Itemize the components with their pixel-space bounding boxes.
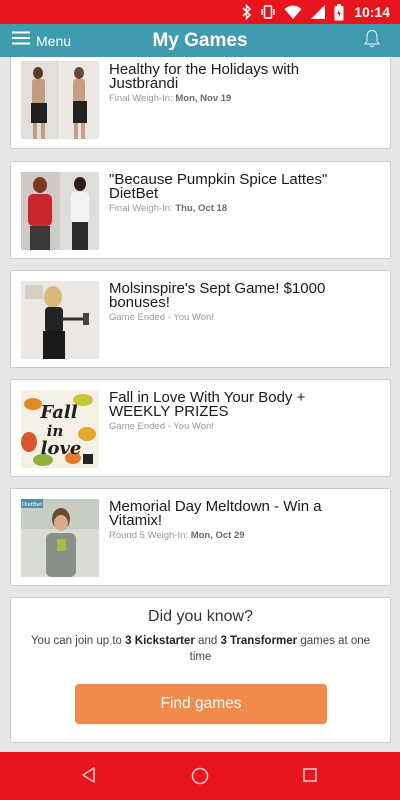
info-title: Did you know? xyxy=(148,608,253,625)
home-icon xyxy=(190,767,210,790)
game-title: "Because Pumpkin Spice Lattes" DietBet xyxy=(109,171,328,202)
status-time: 10:14 xyxy=(354,4,390,20)
game-status: Final Weigh-In: Mon, Nov 19 xyxy=(109,93,232,104)
bluetooth-icon xyxy=(242,4,252,20)
recents-icon xyxy=(302,768,318,788)
page-title: My Games xyxy=(152,30,248,51)
vibrate-icon xyxy=(260,4,276,20)
game-title: Molsinspire's Sept Game! $1000 bonuses! xyxy=(109,280,326,311)
game-thumbnail xyxy=(21,281,99,359)
home-button[interactable] xyxy=(190,766,210,791)
game-thumbnail: DietBet xyxy=(21,499,99,577)
game-card[interactable]: "Because Pumpkin Spice Lattes" DietBet F… xyxy=(10,161,391,259)
info-text: You can join up to 3 Kickstarter and 3 T… xyxy=(30,635,371,663)
thumbnail-text: love xyxy=(41,438,82,459)
status-icons: 10:14 xyxy=(242,3,390,21)
signal-icon xyxy=(310,4,326,20)
games-list[interactable]: Healthy for the Holidays with Justbrandi… xyxy=(0,57,400,752)
navigation-bar xyxy=(0,752,400,800)
app-bar: Menu My Games xyxy=(0,24,400,57)
notifications-button[interactable] xyxy=(363,29,381,54)
wifi-icon xyxy=(284,4,302,20)
game-status: Final Weigh-In: Thu, Oct 18 xyxy=(109,203,228,214)
game-card[interactable]: Healthy for the Holidays with Justbrandi… xyxy=(10,57,391,149)
game-card[interactable]: Fall in love Fall in Love With Your Body… xyxy=(10,379,391,477)
game-title: Memorial Day Meltdown - Win a Vitamix! xyxy=(109,498,322,529)
did-you-know-card: Did you know? You can join up to 3 Kicks… xyxy=(10,597,391,743)
game-status: Game Ended - You Won! xyxy=(109,421,214,432)
game-card[interactable]: DietBet Memorial Day Meltdown - Win a Vi… xyxy=(10,488,391,586)
find-games-button[interactable]: Find games xyxy=(75,684,327,724)
game-thumbnail: Fall in love xyxy=(21,390,99,468)
game-title: Fall in Love With Your Body + WEEKLY PRI… xyxy=(109,389,306,420)
bell-icon xyxy=(363,29,381,53)
game-status: Round 5 Weigh-In: Mon, Oct 29 xyxy=(109,530,245,541)
game-status: Game Ended - You Won! xyxy=(109,312,214,323)
thumbnail-badge: DietBet xyxy=(22,502,43,508)
back-button[interactable] xyxy=(80,766,98,789)
status-bar: 10:14 xyxy=(0,0,400,24)
game-title: Healthy for the Holidays with Justbrandi xyxy=(109,61,300,92)
game-thumbnail xyxy=(21,61,99,139)
back-icon xyxy=(80,767,98,788)
game-thumbnail xyxy=(21,172,99,250)
game-card[interactable]: Molsinspire's Sept Game! $1000 bonuses! … xyxy=(10,270,391,368)
recents-button[interactable] xyxy=(302,766,318,789)
thumbnail-text: Fall xyxy=(39,402,77,423)
battery-icon xyxy=(334,3,344,21)
